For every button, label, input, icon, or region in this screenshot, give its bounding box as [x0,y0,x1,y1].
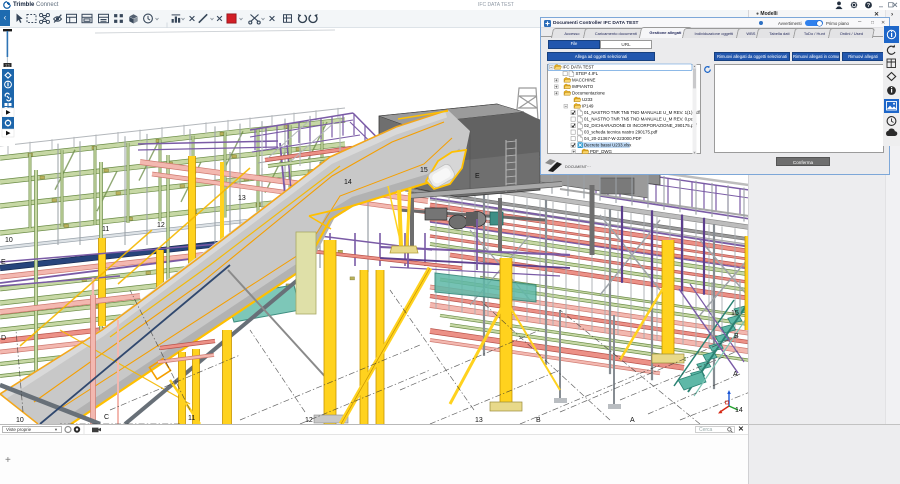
svg-text:IP149: IP149 [582,104,594,109]
svg-text:E: E [475,173,480,180]
svg-text:IFC DATA TEST: IFC DATA TEST [563,65,595,70]
svg-text:10: 10 [16,417,24,424]
svg-text:STEP 4.IFL: STEP 4.IFL [576,71,599,76]
svg-text:01_NASTRO TNR TN5 TND MANUALE: 01_NASTRO TNR TN5 TND MANUALE U_M REV. 1… [584,110,701,115]
svg-text:PDF_DWG: PDF_DWG [590,149,613,154]
svg-text:15: 15 [420,167,428,174]
svg-text:U233: U233 [582,97,593,102]
svg-text:E: E [1,259,6,266]
svg-text:01_NASTRO TNR TN5 TND MANUALE: 01_NASTRO TNR TN5 TND MANUALE U_M REV. 0… [584,117,695,122]
svg-text:14: 14 [344,179,352,186]
svg-text:A: A [630,417,635,424]
svg-text:03_scheda tecnica nastro 29017: 03_scheda tecnica nastro 290175.pdf [584,130,658,135]
svg-text:?: ? [867,3,871,9]
svg-text:D: D [1,335,6,342]
svg-text:11: 11 [188,415,195,422]
svg-text:10: 10 [5,237,13,244]
svg-text:1:1: 1:1 [5,63,10,67]
svg-text:14: 14 [735,407,743,414]
svg-text:IMPIANTO: IMPIANTO [572,84,594,89]
svg-text:MACCHINE: MACCHINE [572,78,595,83]
svg-text:B: B [536,417,541,424]
svg-text:A: A [733,371,738,378]
svg-text:C: C [104,414,109,421]
svg-text:04_20-21367-W-223000.PDF: 04_20-21367-W-223000.PDF [584,136,642,141]
svg-text:12: 12 [305,417,313,424]
svg-text:Decreto bassi U233.xlsx: Decreto bassi U233.xlsx [584,143,632,148]
svg-text:13: 13 [475,417,483,424]
svg-text:02_DICHIARAZIONE DI INCORPORAZ: 02_DICHIARAZIONE DI INCORPORAZIONE_29017… [584,123,698,128]
svg-text:11: 11 [102,226,109,233]
svg-text:13: 13 [238,195,246,202]
svg-text:12: 12 [157,222,165,229]
svg-text:B: B [734,333,739,340]
svg-text:15: 15 [731,310,739,317]
svg-text:Documentazione: Documentazione [572,91,606,96]
